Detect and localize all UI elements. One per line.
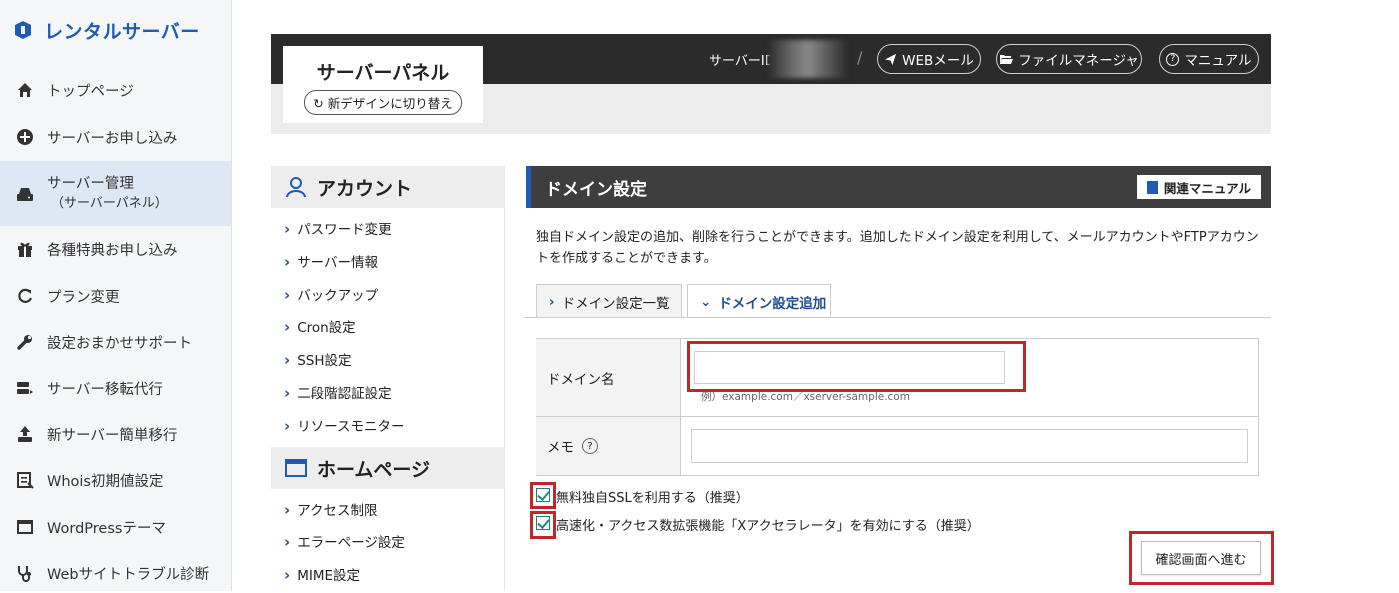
related-manual-label: 関連マニュアル [1163, 180, 1251, 196]
sidebar-item-label: Whois初期値設定 [47, 473, 164, 490]
user-icon [286, 177, 306, 198]
menu-link-cron[interactable]: Cron設定 [284, 316, 356, 336]
menu-heading-account: アカウント [271, 166, 505, 208]
server-id-value-redacted [768, 40, 848, 78]
page-title: ドメイン設定 [545, 179, 647, 200]
sidebar-item-plan-change[interactable]: プラン変更 [0, 276, 231, 316]
sync-icon: ↻ [313, 96, 324, 111]
help-icon[interactable]: ? [582, 438, 598, 454]
sidebar-item-top-page[interactable]: トップページ [0, 70, 231, 110]
x-accelerator-label: 高速化・アクセス数拡張機能「Xアクセラレータ」を有効にする（推奨） [556, 519, 980, 534]
related-manual-button[interactable]: 関連マニュアル [1136, 175, 1261, 199]
menu-link-two-factor[interactable]: 二段階認証設定 [284, 382, 392, 402]
menu-link-access-restriction[interactable]: アクセス制限 [284, 499, 377, 519]
menu-link-error-page[interactable]: エラーページ設定 [284, 531, 405, 551]
brand-name: レンタルサーバー [44, 20, 200, 43]
stethoscope-icon [18, 566, 31, 582]
brand-logo-icon [15, 21, 31, 39]
sidebar-item-server-transfer[interactable]: サーバー移転代行 [0, 368, 231, 408]
menu-link-ssh[interactable]: SSH設定 [284, 349, 351, 369]
content-header: ドメイン設定 関連マニュアル [526, 166, 1271, 208]
plus-circle-icon [17, 129, 33, 145]
sidebar-item-label: WordPressテーマ [47, 520, 166, 537]
document-icon [17, 472, 34, 489]
domain-name-label: ドメイン名 [536, 339, 681, 416]
brand-logo[interactable]: レンタルサーバー [0, 0, 231, 60]
menu-heading-label: ホームページ [317, 458, 431, 481]
tab-label: ドメイン設定追加 [718, 295, 827, 312]
file-manager-label: ファイルマネージャ [1018, 53, 1139, 69]
highlight-confirm-button [1129, 531, 1274, 585]
menu-heading-label: アカウント [317, 177, 413, 200]
menu-link-mime[interactable]: MIME設定 [284, 564, 360, 584]
sidebar-item-label: サーバー移転代行 [47, 381, 163, 398]
sidebar-item-label: サーバー管理 [47, 175, 134, 192]
menu-link-backup[interactable]: バックアップ [284, 284, 378, 304]
free-ssl-label: 無料独自SSLを利用する（推奨） [556, 491, 749, 506]
refresh-icon [18, 288, 33, 303]
menu-link-server-info[interactable]: サーバー情報 [284, 251, 378, 271]
book-icon [1146, 180, 1158, 194]
page-description: 独自ドメイン設定の追加、削除を行うことができます。追加したドメイン設定を利用して… [536, 230, 1259, 266]
paper-plane-icon [885, 53, 897, 65]
sidebar-item-label: サーバーお申し込み [47, 130, 178, 147]
manual-label: マニュアル [1184, 53, 1252, 69]
memo-label: メモ ? [536, 417, 681, 475]
home-icon [18, 83, 32, 97]
sidebar: レンタルサーバー トップページ サーバーお申し込み サーバー管理 （サーバーパネ… [0, 0, 232, 591]
memo-input[interactable] [691, 429, 1248, 463]
question-circle-icon: ? [1166, 52, 1180, 66]
file-manager-button[interactable]: ファイルマネージャ [996, 44, 1142, 74]
highlight-ssl-checkbox [530, 482, 556, 509]
menu-link-resource-monitor[interactable]: リソースモニター [284, 415, 404, 435]
switch-design-button[interactable]: ↻ 新デザインに切り替え [304, 90, 462, 115]
sidebar-item-whois[interactable]: Whois初期値設定 [0, 460, 231, 500]
tab-domain-list[interactable]: › ドメイン設定一覧 [536, 284, 682, 318]
gift-icon [18, 242, 32, 257]
menu-link-password-change[interactable]: パスワード変更 [284, 218, 392, 238]
browser-window-icon [285, 459, 307, 477]
upload-icon [18, 426, 32, 442]
sidebar-item-benefits[interactable]: 各種特典お申し込み [0, 229, 231, 269]
header-separator: / [857, 48, 863, 67]
panel-title-box: サーバーパネル ↻ 新デザインに切り替え [283, 46, 483, 123]
sidebar-item-label: 新サーバー簡単移行 [47, 427, 178, 444]
server-move-icon [17, 382, 33, 394]
highlight-accelerator-checkbox [530, 511, 556, 539]
sidebar-item-easy-migration[interactable]: 新サーバー簡単移行 [0, 414, 231, 454]
wrench-icon [17, 335, 32, 350]
chevron-down-icon: ⌄ [700, 293, 712, 310]
server-id-label: サーバーID [709, 54, 775, 69]
sidebar-item-server-apply[interactable]: サーバーお申し込み [0, 117, 231, 157]
sidebar-item-label: 各種特典お申し込み [47, 242, 178, 259]
window-icon [17, 520, 33, 534]
highlight-domain-input [687, 341, 1026, 392]
tabs-divider [524, 317, 1271, 318]
sidebar-item-server-management[interactable]: サーバー管理 （サーバーパネル） [0, 161, 231, 226]
server-icon [17, 187, 33, 201]
sidebar-item-troubleshoot[interactable]: Webサイトトラブル診断 [0, 553, 231, 593]
manual-button[interactable]: ? マニュアル [1159, 44, 1259, 74]
sidebar-item-label: Webサイトトラブル診断 [47, 566, 210, 583]
tab-domain-add[interactable]: ⌄ ドメイン設定追加 [687, 284, 831, 318]
webmail-button[interactable]: WEBメール [877, 44, 981, 74]
sidebar-item-label: トップページ [47, 83, 134, 100]
menu-heading-homepage: ホームページ [271, 447, 505, 489]
chevron-right-icon: › [549, 293, 555, 310]
webmail-label: WEBメール [902, 53, 974, 69]
folder-open-icon [1000, 55, 1014, 64]
sidebar-item-label: 設定おまかせサポート [47, 335, 192, 352]
switch-design-label: 新デザインに切り替え [327, 96, 453, 111]
sidebar-item-label: プラン変更 [47, 289, 120, 306]
sidebar-item-support[interactable]: 設定おまかせサポート [0, 322, 231, 362]
tab-label: ドメイン設定一覧 [561, 295, 670, 312]
memo-label-text: メモ [547, 440, 574, 456]
panel-title: サーバーパネル [316, 62, 450, 84]
sidebar-item-sublabel: （サーバーパネル） [51, 195, 168, 211]
sidebar-item-wordpress-theme[interactable]: WordPressテーマ [0, 507, 231, 547]
